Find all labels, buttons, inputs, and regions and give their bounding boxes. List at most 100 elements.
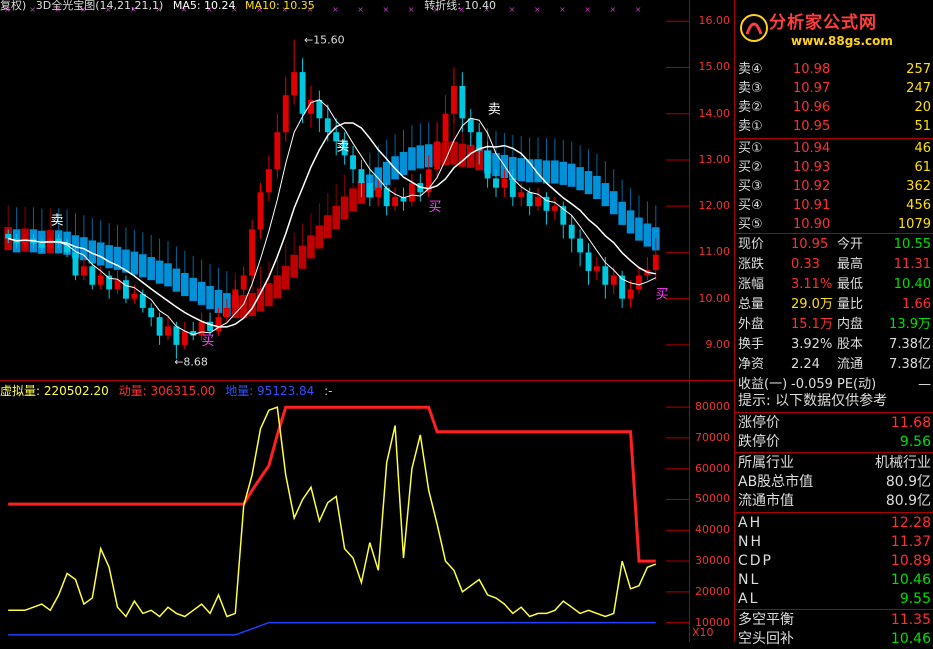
- candle-body: [131, 294, 138, 299]
- top-marker: ×: [584, 5, 591, 14]
- top-marker: ×: [610, 5, 617, 14]
- cloud-bar: [298, 245, 307, 269]
- kv-label: AB股总市值: [738, 474, 814, 490]
- kv-row: AH 12.28: [735, 513, 933, 533]
- industry-value: 机械行业: [875, 455, 931, 471]
- volume-tick: 70000: [695, 430, 730, 444]
- cloud-bar: [324, 215, 332, 239]
- quote-value: 10.95: [791, 237, 829, 252]
- cloud-bar: [332, 205, 340, 230]
- stock-name: 复权): [0, 0, 27, 12]
- order-row: 买① 10.94 46: [735, 139, 933, 159]
- quote-value: 3.11%: [791, 277, 833, 292]
- sell-signal-label: 卖: [488, 103, 501, 118]
- order-price: 10.92: [793, 179, 831, 194]
- order-row: 买⑤ 10.90 1079: [735, 215, 933, 235]
- candle-body: [156, 317, 163, 336]
- cloud-bar: [181, 272, 189, 297]
- cloud-bar: [273, 275, 282, 299]
- cloud-bar: [517, 158, 526, 182]
- quote-row: 净资 2.24 流通 7.38亿: [735, 354, 933, 375]
- ma10-value: MA10: 10.35: [245, 0, 315, 12]
- candle-body: [577, 238, 584, 253]
- kv-value: 11.37: [890, 534, 931, 550]
- cloud-bar: [147, 257, 155, 281]
- candle-body: [274, 132, 281, 170]
- kv-label: 涨停价: [738, 415, 780, 431]
- cloud-bar: [576, 167, 584, 191]
- candle-body: [392, 196, 399, 207]
- price-tick: 12.00: [698, 199, 731, 213]
- price-tick: 10.00: [698, 291, 731, 305]
- candle-body: [627, 289, 634, 299]
- cloud-bar: [584, 171, 593, 195]
- order-price: 10.95: [793, 119, 831, 134]
- cloud-bar: [643, 223, 652, 247]
- candle-body: [434, 141, 441, 170]
- order-label: 卖④: [738, 62, 763, 77]
- info-tip: 提示: 以下数据仅供参考: [738, 393, 888, 409]
- candle-body: [408, 183, 415, 202]
- kv-label: NH: [738, 534, 763, 550]
- cloud-bar: [172, 268, 181, 292]
- kv-row: NL 10.46: [735, 570, 933, 590]
- cloud-bar: [189, 277, 198, 301]
- kv-value: 9.55: [899, 591, 931, 607]
- candle-body: [106, 275, 113, 290]
- logo-emblem-icon: [740, 14, 768, 42]
- quote-value-2: 7.38亿: [889, 337, 931, 352]
- candle-body: [114, 280, 121, 290]
- ma5-value: MA5: 10.24: [172, 0, 236, 12]
- candle-body: [80, 266, 87, 276]
- ma5-line: [8, 99, 657, 336]
- candle-body: [442, 113, 449, 142]
- candle-body: [350, 155, 356, 170]
- quote-label: 净资: [738, 357, 765, 372]
- cloud-bar: [626, 210, 635, 234]
- low-price-label: ←8.68: [174, 356, 208, 369]
- volume-scale-label: X10: [692, 626, 714, 639]
- cloud-bar: [197, 281, 206, 305]
- order-volume: 247: [906, 81, 931, 96]
- quote-value-2: 7.38亿: [889, 357, 931, 372]
- candle-body: [366, 183, 373, 197]
- quote-value-2: 10.40: [893, 277, 931, 292]
- price-axis: 16.00 15.00 14.00 13.00 12.00 11.00 10.00 9.00: [690, 0, 734, 380]
- cloud-bar: [155, 260, 164, 284]
- volume-tick: 30000: [695, 554, 730, 568]
- candle-body: [38, 243, 45, 248]
- candle-body: [459, 85, 466, 119]
- order-label: 卖②: [738, 100, 763, 115]
- volume-axis: 80000 70000 60000 50000 40000 30000 20000 10000…: [690, 381, 734, 642]
- price-tick: 16.00: [698, 14, 731, 28]
- candle-body: [493, 178, 499, 188]
- price-chart[interactable]: ←15.60←8.68卖卖卖买买买× × × × × × × × × × × × × × × × × × × × × × ×…: [0, 0, 690, 380]
- quote-value: 3.92%: [791, 337, 833, 352]
- order-volume: 61: [914, 160, 931, 175]
- candle-body: [232, 289, 239, 308]
- cloud-bar: [635, 217, 643, 241]
- order-label: 买⑤: [738, 217, 763, 232]
- volume-tick: 40000: [695, 523, 730, 537]
- cloud-bar: [593, 175, 601, 200]
- order-row: 买④ 10.91 456: [735, 196, 933, 216]
- cloud-bar: [567, 163, 576, 187]
- quote-label: 换手: [738, 337, 765, 352]
- site-logo: 分析家公式网 www.88gs.com: [735, 0, 933, 56]
- volume-chart-header: 虚拟量: 220502.20 动量: 306315.00 地量: 95123.8…: [0, 382, 333, 399]
- candle-body: [257, 192, 264, 230]
- ma10-line: [7, 122, 656, 328]
- quote-label-2: 最高: [837, 257, 864, 272]
- cloud-bar: [618, 201, 626, 225]
- cloud-bar: [164, 263, 172, 287]
- buy-signal-label: 买: [429, 200, 442, 215]
- volume-chart[interactable]: [0, 381, 690, 642]
- order-volume: 1079: [897, 217, 931, 232]
- cloud-bar: [307, 235, 315, 259]
- quote-label-2: 流通: [837, 357, 864, 372]
- quote-label-2: 今开: [837, 237, 864, 252]
- price-tick: 14.00: [698, 106, 731, 120]
- candle-body: [72, 252, 79, 276]
- order-label: 买④: [738, 198, 763, 213]
- candle-body: [610, 275, 617, 285]
